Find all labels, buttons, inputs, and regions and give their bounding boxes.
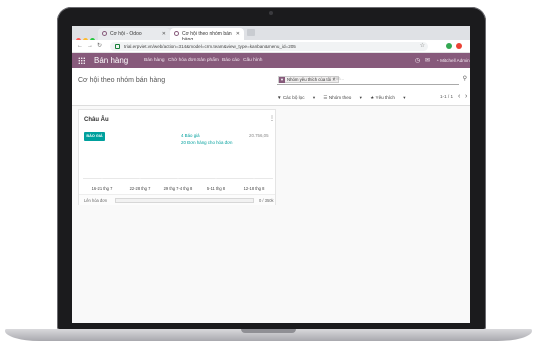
close-tab-icon[interactable]: ✕ <box>162 31 166 37</box>
sales-chart <box>83 150 273 182</box>
pager-next-icon[interactable]: › <box>465 93 467 100</box>
chart-bar <box>215 178 217 179</box>
search-options: ▼ Các bộ lọc ▾ ☰ Nhóm theo ▾ ★ Yêu thích… <box>277 95 413 101</box>
quotations-link[interactable]: 4 Báo giá <box>181 133 200 138</box>
invoice-label: Lên hóa đơn <box>84 198 108 203</box>
chart-bar <box>177 178 179 179</box>
search-input[interactable]: Tìm... <box>333 76 344 81</box>
chart-tick-label: 16-21 thg 7 <box>91 186 113 191</box>
sales-team-card[interactable]: Châu Âu ⋮ BÁO GIÁ 4 Báo giá 20 Đơn hàng … <box>78 109 276 205</box>
revenue-amount: 20.756,05 <box>249 133 269 138</box>
laptop-notch <box>241 329 296 333</box>
activity-clock-icon[interactable]: ◷ <box>415 57 420 64</box>
invoice-progress-bar <box>115 198 254 203</box>
pager-previous-icon[interactable]: ‹ <box>458 93 460 100</box>
apps-grid-icon[interactable] <box>78 57 85 64</box>
forward-arrow-icon[interactable]: → <box>87 43 93 49</box>
url-field[interactable]: trial.erpviet.vn/web/action=314&model=cr… <box>110 42 428 51</box>
odoo-favicon-icon <box>174 31 179 36</box>
menu-sales[interactable]: Bán hàng <box>144 58 165 63</box>
reload-icon[interactable]: ↻ <box>97 43 102 49</box>
filters-dropdown[interactable]: ▼ Các bộ lọc ▾ <box>277 95 315 100</box>
camera-icon <box>269 11 273 15</box>
chat-bubble-icon[interactable]: ✉ <box>425 57 430 64</box>
tab-label: Cơ hội - Odoo <box>110 31 142 37</box>
search-facet[interactable]: ▼ Nhóm yêu thích của tôi ✕ <box>278 76 339 83</box>
kanban-view: Châu Âu ⋮ BÁO GIÁ 4 Báo giá 20 Đơn hàng … <box>72 106 470 323</box>
filter-icon: ▼ <box>279 77 285 83</box>
browser-tab-sales-teams[interactable]: Cơ hội theo nhóm bán hàng ✕ <box>170 28 244 43</box>
odoo-top-bar: Bán hàng Bán hàng Chờ hóa đơn Sản phẩm B… <box>72 53 470 68</box>
chart-x-ticks: 16-21 thg 7 22-28 thg 7 29 thg 7-4 thg 8 5-… <box>83 186 273 192</box>
chart-tick-label: 22-28 thg 7 <box>129 186 151 191</box>
orders-to-invoice-link[interactable]: 20 Đơn hàng cho hóa đơn <box>181 140 232 145</box>
search-bar[interactable]: ▼ Nhóm yêu thích của tôi ✕ Tìm... ⚲ <box>277 75 467 85</box>
chart-tick-label: 29 thg 7-4 thg 8 <box>163 186 193 191</box>
control-panel: Cơ hội theo nhóm bán hàng ▼ Nhóm yêu thíc… <box>72 68 470 106</box>
url-text: trial.erpviet.vn/web/action=314&model=cr… <box>124 44 296 49</box>
menu-products[interactable]: Sản phẩm <box>197 58 219 63</box>
menu-to-invoice[interactable]: Chờ hóa đơn <box>168 58 196 63</box>
browser-tab-bar: Cơ hội - Odoo ✕ Cơ hội theo nhóm bán hàn… <box>72 26 470 43</box>
app-brand[interactable]: Bán hàng <box>94 56 128 65</box>
back-arrow-icon[interactable]: ← <box>77 43 83 49</box>
chart-bar <box>253 178 255 179</box>
pager-value[interactable]: 1-1 / 1 <box>440 94 453 99</box>
page-title: Cơ hội theo nhóm bán hàng <box>78 77 166 84</box>
chart-tick-label: 5-11 thg 8 <box>206 186 226 191</box>
bookmark-star-icon[interactable]: ☆ <box>420 42 425 49</box>
new-tab-button[interactable] <box>247 29 255 36</box>
close-tab-icon[interactable]: ✕ <box>236 31 240 37</box>
user-menu[interactable]: ◔ Mitchell Admin ▾ <box>436 58 470 64</box>
extension-icon[interactable] <box>456 43 462 49</box>
lock-icon <box>115 44 120 49</box>
quotations-button[interactable]: BÁO GIÁ <box>84 132 105 141</box>
invoicing-target: Lên hóa đơn 0 / 350k <box>79 194 275 205</box>
team-name: Châu Âu <box>84 117 109 123</box>
menu-reporting[interactable]: Báo cáo <box>222 58 240 63</box>
user-name: Mitchell Admin <box>440 58 470 63</box>
chart-bar <box>139 178 141 179</box>
search-icon[interactable]: ⚲ <box>463 75 467 82</box>
invoice-value: 0 / 350k <box>259 198 274 203</box>
browser-tab-opportunities[interactable]: Cơ hội - Odoo ✕ <box>98 28 170 40</box>
extension-icon[interactable] <box>446 43 452 49</box>
menu-configuration[interactable]: Cấu hình <box>243 58 262 63</box>
odoo-favicon-icon <box>102 31 107 36</box>
chart-bar <box>101 178 103 179</box>
facet-label: Nhóm yêu thích của tôi <box>287 77 331 82</box>
browser-address-bar: ← → ↻ trial.erpviet.vn/web/action=314&mo… <box>72 40 470 53</box>
chart-tick-label: 12-18 thg 8 <box>243 186 265 191</box>
favorites-dropdown[interactable]: ★ Yêu thích ▾ <box>370 95 405 100</box>
group-by-dropdown[interactable]: ☰ Nhóm theo ▾ <box>323 95 361 100</box>
laptop-screen: Cơ hội - Odoo ✕ Cơ hội theo nhóm bán hàn… <box>72 26 470 323</box>
card-options-icon[interactable]: ⋮ <box>269 115 275 122</box>
